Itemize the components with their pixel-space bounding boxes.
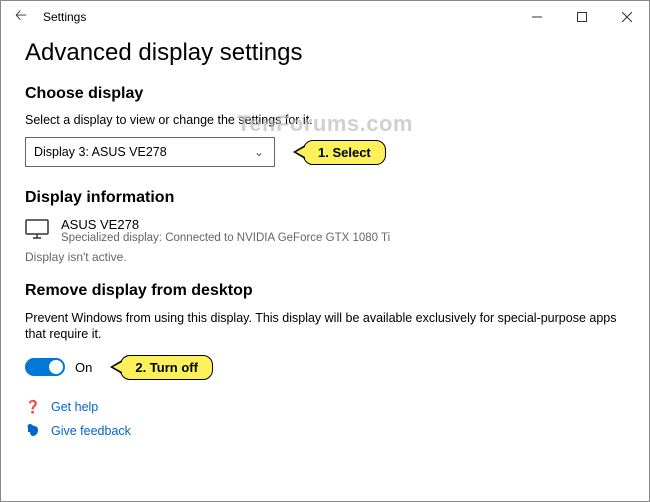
annotation-step2: 2. Turn off bbox=[110, 355, 213, 380]
remove-display-heading: Remove display from desktop bbox=[25, 282, 625, 300]
window-title: Settings bbox=[43, 10, 86, 24]
display-detail: Specialized display: Connected to NVIDIA… bbox=[61, 232, 390, 244]
feedback-icon bbox=[25, 423, 41, 440]
display-inactive-status: Display isn't active. bbox=[25, 250, 625, 264]
annotation-step1-label: 1. Select bbox=[303, 140, 386, 165]
title-bar: 🡠 Settings bbox=[1, 1, 649, 33]
maximize-button[interactable] bbox=[559, 1, 604, 33]
help-icon: ❓ bbox=[25, 400, 41, 415]
page-title: Advanced display settings bbox=[25, 39, 625, 67]
minimize-icon bbox=[532, 12, 542, 22]
minimize-button[interactable] bbox=[514, 1, 559, 33]
get-help-link[interactable]: ❓ Get help bbox=[25, 400, 625, 415]
choose-display-instruction: Select a display to view or change the s… bbox=[25, 113, 625, 127]
remove-display-toggle[interactable] bbox=[25, 358, 65, 376]
display-name: ASUS VE278 bbox=[61, 217, 390, 232]
monitor-icon bbox=[25, 219, 49, 239]
annotation-step1: 1. Select bbox=[293, 140, 386, 165]
close-icon bbox=[622, 12, 632, 22]
choose-display-heading: Choose display bbox=[25, 85, 625, 103]
close-button[interactable] bbox=[604, 1, 649, 33]
chevron-down-icon: ⌄ bbox=[254, 145, 264, 159]
give-feedback-link[interactable]: Give feedback bbox=[25, 423, 625, 440]
display-select-dropdown[interactable]: Display 3: ASUS VE278 ⌄ bbox=[25, 137, 275, 167]
give-feedback-label: Give feedback bbox=[51, 424, 131, 438]
toggle-label: On bbox=[75, 360, 92, 375]
back-button[interactable]: 🡠 bbox=[9, 5, 33, 30]
display-info-heading: Display information bbox=[25, 189, 625, 207]
display-select-value: Display 3: ASUS VE278 bbox=[34, 145, 167, 159]
content-area: Advanced display settings Choose display… bbox=[1, 33, 649, 440]
remove-display-description: Prevent Windows from using this display.… bbox=[25, 310, 625, 343]
annotation-step2-label: 2. Turn off bbox=[120, 355, 213, 380]
get-help-label: Get help bbox=[51, 400, 98, 414]
maximize-icon bbox=[577, 12, 587, 22]
